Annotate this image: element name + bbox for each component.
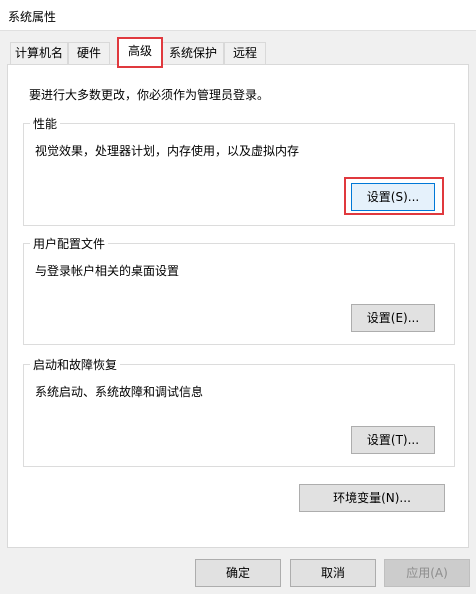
startup-recovery-settings-button[interactable]: 设置(T)... <box>351 426 435 454</box>
apply-button[interactable]: 应用(A) <box>384 559 470 587</box>
user-profiles-description: 与登录帐户相关的桌面设置 <box>35 264 180 278</box>
environment-variables-button[interactable]: 环境变量(N)... <box>299 484 445 512</box>
performance-group: 性能 视觉效果，处理器计划，内存使用，以及虚拟内存 设置(S)... <box>23 115 455 226</box>
performance-settings-button[interactable]: 设置(S)... <box>351 183 435 211</box>
tab-hardware[interactable]: 硬件 <box>68 42 110 64</box>
performance-group-title: 性能 <box>30 115 61 132</box>
user-profiles-settings-button[interactable]: 设置(E)... <box>351 304 435 332</box>
user-profiles-group: 用户配置文件 与登录帐户相关的桌面设置 设置(E)... <box>23 235 455 345</box>
ok-button[interactable]: 确定 <box>195 559 281 587</box>
tab-remote[interactable]: 远程 <box>224 42 266 64</box>
title-bar[interactable]: 系统属性 <box>0 0 476 31</box>
user-profiles-group-title: 用户配置文件 <box>30 235 109 252</box>
window-title: 系统属性 <box>8 10 57 24</box>
advanced-tab-panel: 要进行大多数更改，你必须作为管理员登录。 性能 视觉效果，处理器计划，内存使用，… <box>7 64 469 548</box>
startup-recovery-group: 启动和故障恢复 系统启动、系统故障和调试信息 设置(T)... <box>23 356 455 467</box>
cancel-button[interactable]: 取消 <box>290 559 376 587</box>
startup-recovery-description: 系统启动、系统故障和调试信息 <box>35 385 204 399</box>
tab-system-protection[interactable]: 系统保护 <box>162 42 224 64</box>
startup-recovery-group-title: 启动和故障恢复 <box>30 356 121 373</box>
tab-computer-name[interactable]: 计算机名 <box>10 42 68 64</box>
tab-advanced[interactable]: 高级 <box>118 37 162 65</box>
performance-description: 视觉效果，处理器计划，内存使用，以及虚拟内存 <box>35 144 300 158</box>
admin-note: 要进行大多数更改，你必须作为管理员登录。 <box>29 88 270 102</box>
